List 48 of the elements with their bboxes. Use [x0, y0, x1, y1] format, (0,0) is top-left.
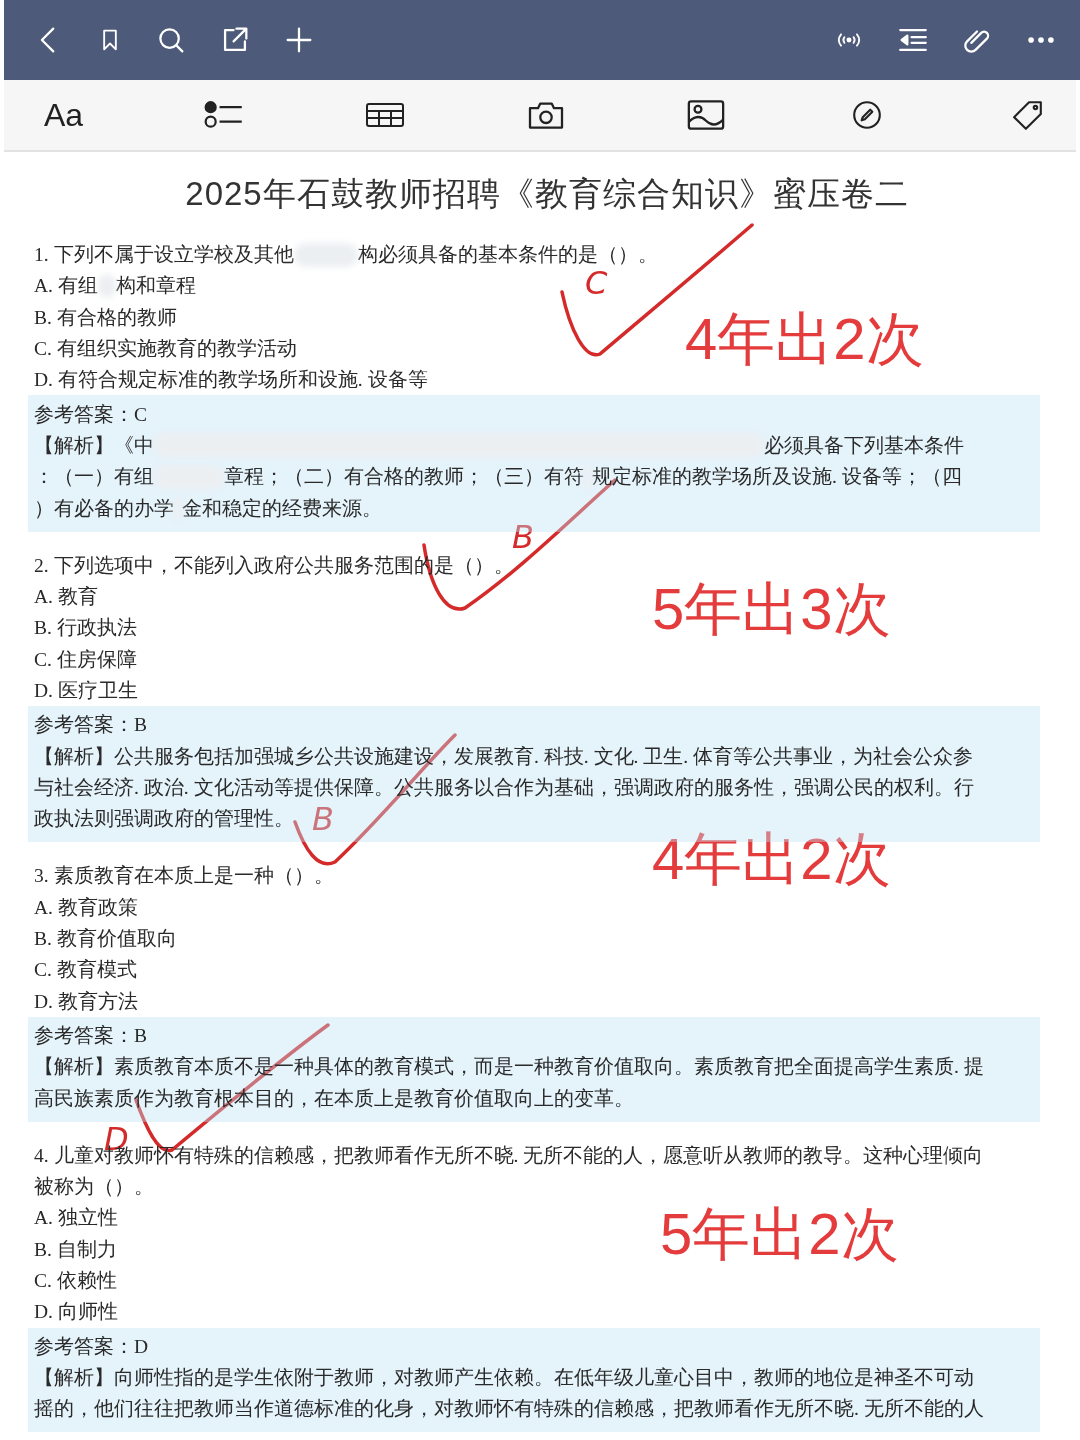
explanation-text: 政执法则强调政府的管理性。 — [34, 807, 294, 832]
checklist-icon[interactable] — [203, 99, 244, 131]
explanation-text: 摇的，他们往往把教师当作道德标准的化身，对教师怀有特殊的信赖感，把教师看作无所不晓. 无所不能的人 — [34, 1397, 984, 1422]
option-text: D. 向师性 — [34, 1300, 118, 1325]
explanation-text: 【解析】《中 — [34, 433, 154, 458]
question-text: 被称为（）。 — [34, 1175, 154, 1200]
handwritten-letter: C — [585, 270, 608, 298]
explanation-text: 【解析】公共服务包括加强城乡公共设施建设，发展教育. 科技. 文化. 卫生. 体育等公共事业，为社会公众参 — [34, 744, 973, 769]
question-text: 1. 下列不属于设立学校及其他 — [34, 243, 294, 268]
explanation-text: 【解析】向师性指的是学生依附于教师，对教师产生依赖。在低年级儿童心目中，教师的地位是神圣不可动 — [34, 1365, 974, 1390]
option-text: B. 有合格的教师 — [34, 305, 177, 330]
explanation-text: 规定标准的教学场所及设施. 设备等；（四 — [592, 465, 962, 490]
option-text: D. 有符合规定标准的教学场所和设施. 设备等 — [34, 368, 428, 393]
answer-text: 参考答案：B — [34, 713, 147, 738]
option-text: A. 有组 — [34, 274, 98, 299]
option-text: A. 独立性 — [34, 1206, 118, 1231]
option-text: C. 依赖性 — [34, 1269, 117, 1294]
option-text: C. 教育模式 — [34, 958, 137, 983]
question-text: 3. 素质教育在本质上是一种（）。 — [34, 864, 334, 889]
image-icon[interactable] — [686, 99, 727, 131]
option-text: D. 教育方法 — [34, 989, 138, 1014]
option-text: D. 医疗卫生 — [34, 679, 138, 703]
option-text: B. 自制力 — [34, 1237, 117, 1262]
option-text: A. 教育 — [34, 585, 98, 610]
option-text: C. 有组织实施教育的教学活动 — [34, 337, 297, 362]
frequency-note: 5年出2次 — [660, 1205, 899, 1263]
answer-text: 参考答案：D — [34, 1334, 149, 1359]
option-text: A. 教育政策 — [34, 895, 138, 920]
option-text: B. 教育价值取向 — [34, 927, 177, 952]
answer-text: 参考答案：C — [34, 402, 147, 427]
explanation-text: ：（一）有组 — [34, 465, 154, 490]
explanation-text: 高民族素质作为教育根本目的，在本质上是教育价值取向上的变革。 — [34, 1086, 634, 1111]
document-title: 2025年石鼓教师招聘《教育综合知识》蜜压卷二 — [184, 174, 910, 214]
question-text: 构必须具备的基本条件的是（）。 — [357, 243, 658, 268]
handwritten-letter: B — [312, 806, 334, 834]
option-text: 构和章程 — [115, 274, 196, 299]
answer-text: 参考答案：B — [34, 1023, 147, 1048]
frequency-note: 4年出2次 — [685, 310, 924, 368]
option-text: C. 住房保障 — [34, 647, 137, 672]
explanation-text: 必须具备下列基本条件 — [764, 433, 964, 458]
frequency-note: 4年出2次 — [652, 830, 891, 888]
explanation-text: 金和稳定的经费来源。 — [182, 496, 382, 521]
explanation-text: 章程；（二）有合格的教师；（三）有符 — [224, 465, 584, 490]
explanation-text: ）有必备的办学 — [34, 496, 174, 521]
format-button[interactable]: Aa — [44, 96, 84, 134]
handwritten-letter: B — [512, 524, 534, 552]
option-text: B. 行政执法 — [34, 616, 137, 641]
frequency-note: 5年出3次 — [652, 580, 891, 638]
